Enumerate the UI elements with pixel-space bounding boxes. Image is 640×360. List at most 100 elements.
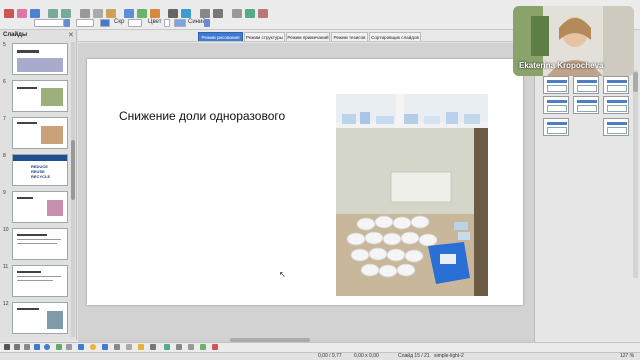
tab-handout-view[interactable]: Режим тезисов <box>331 32 368 41</box>
slides-pane-scroll-thumb[interactable] <box>71 140 75 200</box>
shapes-icon[interactable] <box>181 9 191 18</box>
slide-thumb-7[interactable]: 7 <box>0 116 77 154</box>
fontwork-icon[interactable] <box>212 344 218 350</box>
line-icon[interactable] <box>14 344 20 350</box>
slide-thumbnail[interactable]: REDUCE REUSE RECYCLE <box>12 154 68 186</box>
select-icon[interactable] <box>4 344 10 350</box>
stars-icon[interactable] <box>138 344 144 350</box>
arrange-icon[interactable] <box>213 9 223 18</box>
arrow-icon[interactable] <box>24 344 30 350</box>
paste-icon[interactable] <box>106 9 116 18</box>
slide-number: 5 <box>3 42 6 48</box>
fill-dropdown[interactable] <box>204 19 210 27</box>
cut-icon[interactable] <box>80 9 90 18</box>
zoom-level[interactable]: 127 % <box>620 353 634 359</box>
undo-icon[interactable] <box>48 9 58 18</box>
connector-icon[interactable] <box>66 344 72 350</box>
layout-title-content[interactable] <box>543 118 569 136</box>
slide-canvas[interactable]: Снижение доли одноразового ↖ <box>78 43 534 340</box>
slide-thumb-9[interactable]: 9 <box>0 190 77 228</box>
layout-title-content[interactable] <box>543 96 569 114</box>
slide-thumbnail[interactable] <box>12 43 68 75</box>
layout-title-content[interactable] <box>603 96 629 114</box>
slide-thumbnail[interactable] <box>12 302 68 334</box>
slide-number: 7 <box>3 116 6 122</box>
close-icon[interactable]: ✕ <box>68 31 74 39</box>
tab-outline-view[interactable]: Режим структуры <box>244 32 285 41</box>
new-icon[interactable] <box>4 9 14 18</box>
callouts-icon[interactable] <box>126 344 132 350</box>
align-objects-icon[interactable] <box>176 344 182 350</box>
basic-shapes-icon[interactable] <box>78 344 84 350</box>
layout-title-content[interactable] <box>603 118 629 136</box>
fill-color-field[interactable] <box>174 19 186 27</box>
line-color-field[interactable] <box>100 19 110 27</box>
line-style-dropdown[interactable] <box>64 19 70 27</box>
image-icon[interactable] <box>137 9 147 18</box>
insert-image-icon[interactable] <box>200 344 206 350</box>
arrange-objects-icon[interactable] <box>188 344 194 350</box>
slides-pane: Слайды ✕ 5 6 7 8 REDUCE REUSE RECYCLE 9 … <box>0 30 77 340</box>
thumb-text-recycle: RECYCLE <box>31 174 51 179</box>
slide-thumbnail[interactable] <box>12 80 68 112</box>
slide-thumbnail[interactable] <box>12 191 68 223</box>
object-size: 0,00 x 0,00 <box>354 353 379 359</box>
slide-number: 8 <box>3 153 6 159</box>
tab-drawing-view[interactable]: Режим рисования <box>198 32 243 41</box>
redo-icon[interactable] <box>61 9 71 18</box>
slide-number: 11 <box>3 264 9 270</box>
3d-objects-icon[interactable] <box>150 344 156 350</box>
slide-thumbnail[interactable] <box>12 228 68 260</box>
tab-notes-view[interactable]: Режим примечаний <box>286 32 330 41</box>
participant-name: Ekaterina Kropocheva <box>519 61 604 70</box>
slide-thumbnail[interactable] <box>12 265 68 297</box>
layout-title-content[interactable] <box>603 76 629 94</box>
layouts-panel-scroll-thumb[interactable] <box>633 72 638 92</box>
slide-photo[interactable] <box>336 94 488 296</box>
cursor-position: 0,00 / 9,77 <box>318 353 342 359</box>
symbol-shapes-icon[interactable] <box>90 344 96 350</box>
color-label: Цвет <box>148 19 162 25</box>
line-width-field[interactable] <box>76 19 94 27</box>
chart-icon[interactable] <box>150 9 160 18</box>
text-icon[interactable] <box>168 9 178 18</box>
area-field[interactable] <box>128 19 142 27</box>
layout-title-content[interactable] <box>573 96 599 114</box>
line-style-field[interactable] <box>34 19 64 27</box>
table-icon[interactable] <box>124 9 134 18</box>
layout-title-content[interactable] <box>543 76 569 94</box>
save-icon[interactable] <box>30 9 40 18</box>
layouts-panel-scrollbar[interactable] <box>633 70 638 278</box>
rotate-icon[interactable] <box>164 344 170 350</box>
crop-icon[interactable] <box>245 9 255 18</box>
slide-title[interactable]: Снижение доли одноразового <box>119 109 285 123</box>
open-icon[interactable] <box>17 9 27 18</box>
tab-slide-sorter[interactable]: Сортировщик слайдов <box>369 32 421 41</box>
slide-thumbnail[interactable] <box>12 117 68 149</box>
slide-thumb-5[interactable]: 5 <box>0 42 77 80</box>
slide-thumb-8[interactable]: 8 REDUCE REUSE RECYCLE <box>0 153 77 191</box>
filter-icon[interactable] <box>258 9 268 18</box>
curve-icon[interactable] <box>56 344 62 350</box>
color-field[interactable] <box>164 19 170 27</box>
rectangle-icon[interactable] <box>34 344 40 350</box>
slide-counter: Слайд 15 / 21 <box>398 353 430 359</box>
slide-thumb-10[interactable]: 10 <box>0 227 77 265</box>
mouse-cursor: ↖ <box>279 270 286 279</box>
ellipse-icon[interactable] <box>44 344 50 350</box>
layout-title-content[interactable] <box>573 76 599 94</box>
photo-disposable-cups <box>336 94 488 296</box>
align-icon[interactable] <box>200 9 210 18</box>
copy-icon[interactable] <box>93 9 103 18</box>
block-arrows-icon[interactable] <box>102 344 108 350</box>
slide-thumb-12[interactable]: 12 <box>0 301 77 339</box>
slide-thumb-11[interactable]: 11 <box>0 264 77 302</box>
slide-thumb-6[interactable]: 6 <box>0 79 77 117</box>
webcam-overlay: Ekaterina Kropocheva <box>513 6 634 76</box>
shadow-icon[interactable] <box>232 9 242 18</box>
flowchart-icon[interactable] <box>114 344 120 350</box>
layouts-panel <box>534 70 640 342</box>
drawing-toolbar <box>0 342 640 352</box>
current-slide[interactable]: Снижение доли одноразового <box>87 59 523 305</box>
slide-number: 12 <box>3 301 9 307</box>
